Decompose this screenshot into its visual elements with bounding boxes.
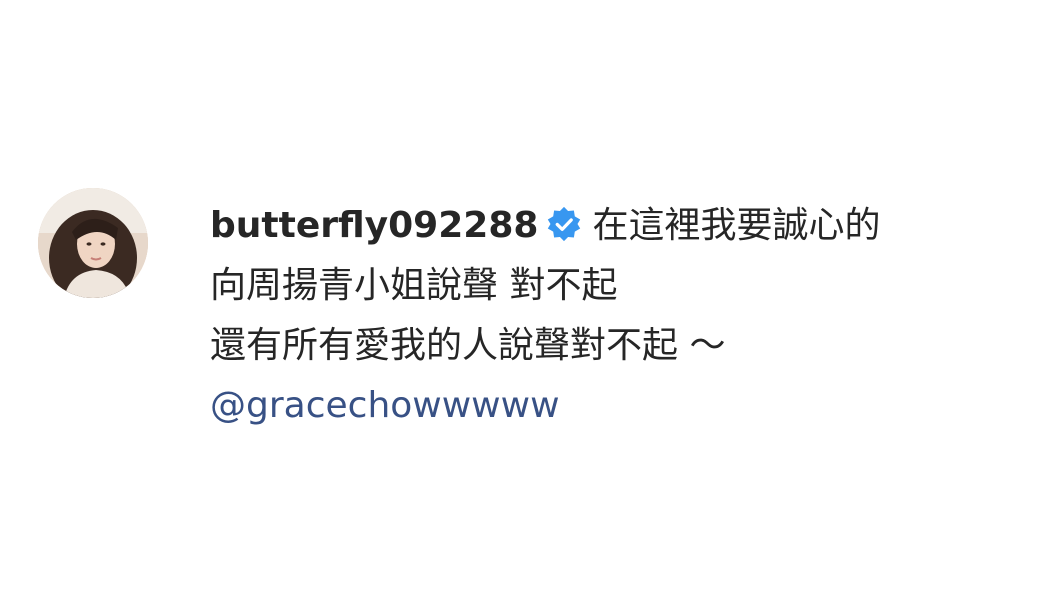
mention-link[interactable]: @gracechowwwww bbox=[210, 385, 560, 426]
comment-body: butterfly092288 在這裡我要誠心的 向周揚青小姐說聲 對不起 還有所… bbox=[210, 196, 1030, 436]
comment-line-4: @gracechowwwww bbox=[210, 376, 1030, 436]
comment-text-1: 在這裡我要誠心的 bbox=[592, 205, 881, 246]
avatar-photo bbox=[38, 188, 148, 298]
comment: butterfly092288 在這裡我要誠心的 向周揚青小姐說聲 對不起 還有所… bbox=[38, 188, 1030, 436]
avatar[interactable] bbox=[38, 188, 148, 298]
username-link[interactable]: butterfly092288 bbox=[210, 205, 538, 246]
screenshot-canvas: butterfly092288 在這裡我要誠心的 向周揚青小姐說聲 對不起 還有所… bbox=[0, 0, 1060, 596]
comment-line-1: butterfly092288 在這裡我要誠心的 bbox=[210, 196, 1030, 256]
verified-badge-icon bbox=[546, 201, 582, 242]
comment-line-2: 向周揚青小姐說聲 對不起 bbox=[210, 265, 618, 306]
comment-line-3: 還有所有愛我的人說聲對不起 ～ bbox=[210, 325, 726, 366]
